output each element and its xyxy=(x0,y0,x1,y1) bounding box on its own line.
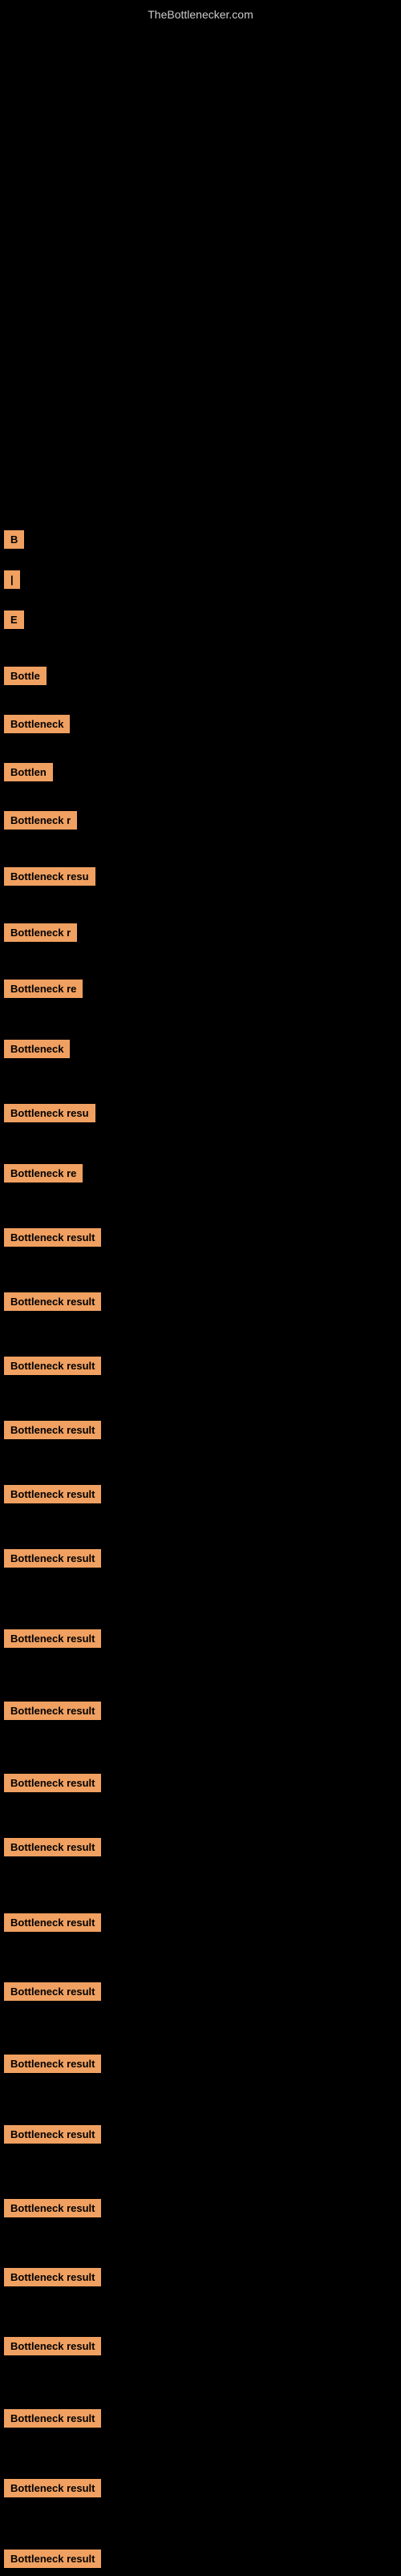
bottleneck-item: Bottleneck result xyxy=(4,2199,101,2217)
bottleneck-item: Bottleneck result xyxy=(4,1421,101,1439)
bottleneck-item: Bottle xyxy=(4,667,47,685)
bottleneck-item: Bottleneck result xyxy=(4,2479,101,2497)
bottleneck-item: Bottleneck xyxy=(4,1040,70,1058)
bottleneck-item: Bottleneck re xyxy=(4,980,83,998)
bottleneck-item: Bottleneck result xyxy=(4,1982,101,2001)
bottleneck-item: Bottleneck result xyxy=(4,1913,101,1932)
bottleneck-item: Bottleneck resu xyxy=(4,867,95,886)
bottleneck-item: Bottleneck result xyxy=(4,2550,101,2568)
bottleneck-item: E xyxy=(4,611,24,629)
bottleneck-item: | xyxy=(4,570,20,589)
bottleneck-item: Bottleneck result xyxy=(4,1838,101,1856)
content-area: B | E Bottle Bottleneck Bottlen Bottleneck r Bo… xyxy=(0,25,401,2576)
bottleneck-item: Bottleneck xyxy=(4,715,70,733)
bottleneck-item: Bottleneck result xyxy=(4,1292,101,1311)
bottleneck-item: Bottleneck result xyxy=(4,1629,101,1648)
bottleneck-item: Bottleneck resu xyxy=(4,1104,95,1122)
bottleneck-item: Bottleneck result xyxy=(4,1702,101,1720)
bottleneck-item: Bottleneck r xyxy=(4,811,77,830)
bottleneck-item: Bottleneck result xyxy=(4,2409,101,2428)
bottleneck-item: Bottleneck r xyxy=(4,923,77,942)
bottleneck-item: Bottlen xyxy=(4,763,53,781)
bottleneck-item: Bottleneck result xyxy=(4,1485,101,1503)
bottleneck-item: Bottleneck result xyxy=(4,1228,101,1247)
site-title: TheBottlenecker.com xyxy=(0,0,401,25)
bottleneck-item: Bottleneck result xyxy=(4,2055,101,2073)
bottleneck-item: Bottleneck result xyxy=(4,2337,101,2355)
bottleneck-item: Bottleneck result xyxy=(4,2125,101,2144)
bottleneck-item: Bottleneck result xyxy=(4,1549,101,1568)
bottleneck-item: Bottleneck re xyxy=(4,1164,83,1183)
bottleneck-item: B xyxy=(4,530,24,549)
bottleneck-item: Bottleneck result xyxy=(4,2268,101,2286)
bottleneck-item: Bottleneck result xyxy=(4,1357,101,1375)
bottleneck-item: Bottleneck result xyxy=(4,1774,101,1792)
